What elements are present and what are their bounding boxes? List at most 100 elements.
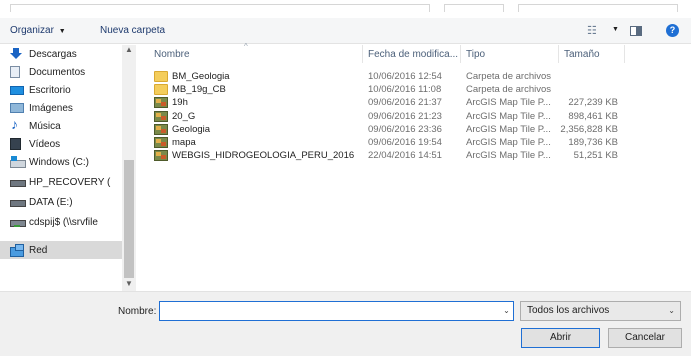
sidebar-item-label: DATA (E:) xyxy=(29,196,73,208)
file-size-cell xyxy=(558,83,618,96)
windows-drive-icon xyxy=(10,156,26,168)
file-row[interactable]: 19h 09/06/2016 21:37 ArcGIS Map Tile P... 2… xyxy=(140,96,691,109)
file-type-filter-select[interactable]: Todos los archivos ⌄ xyxy=(520,301,681,321)
file-name-text: 20_G xyxy=(172,110,196,122)
scroll-down-icon[interactable]: ▼ xyxy=(125,279,133,288)
file-type-cell: ArcGIS Map Tile P... xyxy=(466,123,551,135)
file-row[interactable]: Geologia 09/06/2016 23:36 ArcGIS Map Tile … xyxy=(140,123,691,136)
file-name-cell: WEBGIS_HIDROGEOLOGIA_PERU_2016 xyxy=(154,149,354,162)
music-icon xyxy=(10,116,24,132)
tile-package-icon xyxy=(154,150,168,162)
column-header-date[interactable]: Fecha de modifica... xyxy=(368,45,458,63)
sidebar-item[interactable]: Red xyxy=(0,241,122,259)
tile-package-icon xyxy=(154,123,168,135)
sidebar-item-label: Descargas xyxy=(29,48,77,60)
sidebar-item[interactable]: cdspij$ (\\srvfile xyxy=(10,213,98,231)
sidebar-item-label: HP_RECOVERY ( xyxy=(29,176,111,188)
file-row[interactable]: WEBGIS_HIDROGEOLOGIA_PERU_2016 22/04/2016… xyxy=(140,149,691,162)
column-separator[interactable] xyxy=(362,45,363,63)
tile-package-icon xyxy=(154,97,168,109)
navigation-pane: Descargas Documentos Escritorio Imágenes Mús… xyxy=(0,45,122,291)
open-button[interactable]: Abrir xyxy=(521,328,600,348)
sidebar-item-label: Documentos xyxy=(29,66,86,78)
column-header-type[interactable]: Tipo xyxy=(466,45,485,63)
file-size-cell: 2,356,828 KB xyxy=(560,123,618,135)
sidebar-item[interactable]: HP_RECOVERY ( xyxy=(10,173,110,191)
file-list: Nombre ^ Fecha de modifica... Tipo Tamañ… xyxy=(140,42,691,291)
sidebar-item[interactable]: Música xyxy=(10,116,61,135)
file-name-text: Geologia xyxy=(172,123,211,135)
file-row[interactable]: BM_Geologia 10/06/2016 12:54 Carpeta de ar… xyxy=(140,70,691,83)
file-date-cell: 09/06/2016 23:36 xyxy=(368,123,442,135)
sidebar-item-label: Vídeos xyxy=(29,138,61,150)
sidebar-item-label: cdspij$ (\\srvfile xyxy=(29,216,98,228)
file-name-text: MB_19g_CB xyxy=(172,84,226,96)
organize-button[interactable]: Organizar ▼ xyxy=(10,25,66,36)
scroll-up-icon[interactable]: ▲ xyxy=(125,45,133,54)
column-header-size[interactable]: Tamaño xyxy=(564,45,600,63)
sidebar-item[interactable]: Documentos xyxy=(10,63,85,81)
preview-pane-icon[interactable] xyxy=(630,26,642,36)
address-bar-remnant xyxy=(0,0,691,14)
file-date-cell: 10/06/2016 12:54 xyxy=(368,71,442,82)
view-chevron-down-icon[interactable]: ▼ xyxy=(612,26,619,33)
pictures-icon xyxy=(10,103,24,113)
file-name-cell: Geologia xyxy=(154,123,210,136)
file-name-cell: mapa xyxy=(154,136,196,149)
file-name-text: mapa xyxy=(172,137,196,148)
dialog-footer: Nombre: ⌄ Todos los archivos ⌄ Abrir Can… xyxy=(0,291,691,356)
folder-icon xyxy=(154,71,168,82)
filename-input[interactable] xyxy=(159,301,514,321)
sidebar-item[interactable]: Vídeos xyxy=(10,135,60,153)
scrollbar-thumb[interactable] xyxy=(124,160,134,278)
documents-icon xyxy=(10,66,20,78)
new-folder-button[interactable]: Nueva carpeta xyxy=(100,25,165,36)
file-type-cell: Carpeta de archivos xyxy=(466,84,552,96)
cancel-button[interactable]: Cancelar xyxy=(608,328,682,348)
search-box-edge xyxy=(518,4,678,12)
column-header-name[interactable]: Nombre ^ xyxy=(154,42,248,63)
downloads-icon xyxy=(10,48,24,60)
file-name-cell: 20_G xyxy=(154,110,195,123)
file-size-cell: 189,736 KB xyxy=(568,137,618,148)
file-type-cell: ArcGIS Map Tile P... xyxy=(466,97,551,109)
file-name-text: 19h xyxy=(172,97,188,109)
help-icon[interactable]: ? xyxy=(666,24,679,37)
file-date-cell: 09/06/2016 19:54 xyxy=(368,137,442,148)
sidebar-item[interactable]: Imágenes xyxy=(10,99,73,117)
filename-history-chevron-icon[interactable]: ⌄ xyxy=(500,302,513,320)
file-date-cell: 09/06/2016 21:37 xyxy=(368,97,442,109)
file-size-cell xyxy=(558,70,618,83)
column-separator[interactable] xyxy=(460,45,461,63)
file-row[interactable]: mapa 09/06/2016 19:54 ArcGIS Map Tile P...… xyxy=(140,136,691,149)
column-separator[interactable] xyxy=(624,45,625,63)
column-separator[interactable] xyxy=(558,45,559,63)
sidebar-item[interactable]: Windows (C:) xyxy=(10,153,89,171)
file-type-filter-value: Todos los archivos xyxy=(527,305,610,316)
sidebar-item[interactable]: DATA (E:) xyxy=(10,193,73,211)
file-name-cell: MB_19g_CB xyxy=(154,83,226,96)
file-type-cell: Carpeta de archivos xyxy=(466,71,552,82)
sidebar-item[interactable]: Escritorio xyxy=(10,81,71,99)
drive-icon xyxy=(10,196,26,208)
file-type-cell: ArcGIS Map Tile P... xyxy=(466,110,551,122)
sort-ascending-icon: ^ xyxy=(244,42,248,51)
file-size-cell: 51,251 KB xyxy=(573,150,618,162)
file-date-cell: 09/06/2016 21:23 xyxy=(368,110,442,122)
file-name-cell: BM_Geologia xyxy=(154,70,230,83)
sidebar-item[interactable]: Descargas xyxy=(10,45,77,63)
folder-icon xyxy=(154,84,168,96)
filename-label: Nombre: xyxy=(118,306,157,317)
file-type-cell: ArcGIS Map Tile P... xyxy=(466,137,551,148)
command-bar: Organizar ▼ Nueva carpeta ☷ ▼ ? xyxy=(0,18,691,44)
view-options-icon[interactable]: ☷ xyxy=(587,24,597,37)
file-date-cell: 10/06/2016 11:08 xyxy=(368,84,442,96)
videos-icon xyxy=(10,138,21,150)
refresh-button-edge xyxy=(444,4,504,12)
network-drive-icon xyxy=(10,216,26,228)
navigation-scrollbar[interactable]: ▲ ▼ xyxy=(122,45,136,291)
file-row[interactable]: MB_19g_CB 10/06/2016 11:08 Carpeta de arch… xyxy=(140,83,691,96)
file-row[interactable]: 20_G 09/06/2016 21:23 ArcGIS Map Tile P...… xyxy=(140,110,691,123)
file-date-cell: 22/04/2016 14:51 xyxy=(368,150,442,162)
sidebar-item-label: Red xyxy=(29,244,48,256)
